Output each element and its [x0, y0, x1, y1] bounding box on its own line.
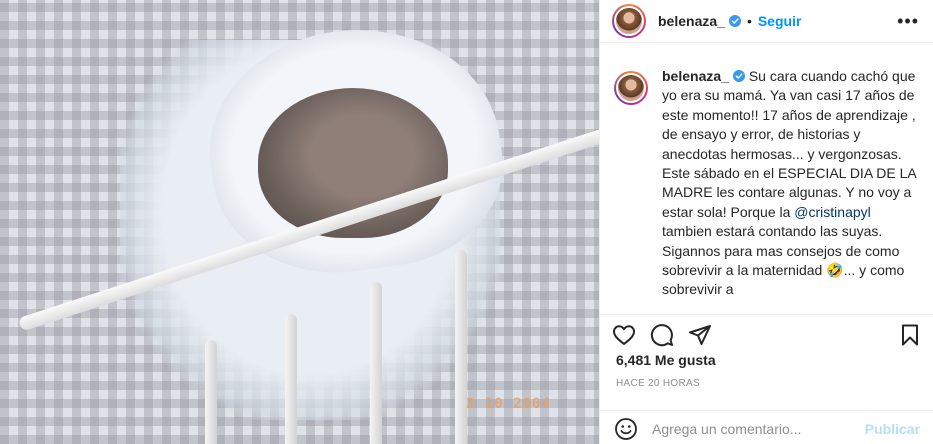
- caption-mention-link[interactable]: @cristinapyl: [794, 204, 870, 220]
- more-options-icon[interactable]: •••: [897, 12, 919, 30]
- likes-count[interactable]: 6,481 Me gusta: [616, 352, 716, 368]
- photo-date-stamp: 3 10 2004: [466, 396, 551, 412]
- crib-bar: [285, 314, 297, 444]
- heart-icon[interactable]: [612, 323, 636, 347]
- comment-icon[interactable]: [650, 323, 674, 347]
- share-icon[interactable]: [688, 323, 712, 347]
- post-header: belenaza_ • Seguir •••: [600, 0, 933, 43]
- caption-username[interactable]: belenaza_: [662, 68, 729, 84]
- caption-text: belenaza_ Su cara cuando cachó que yo er…: [662, 67, 918, 307]
- post-timestamp[interactable]: HACE 20 HORAS: [616, 378, 700, 389]
- caption-body-part2: tambien estará contando las suyas. Sigan…: [662, 223, 905, 298]
- comment-input[interactable]: [652, 420, 842, 437]
- crib-bar: [455, 250, 467, 444]
- caption-body-part1: Su cara cuando cachó que yo era su mamá.…: [662, 68, 916, 220]
- post-side-panel: belenaza_ • Seguir ••• belenaza_ Su cara…: [599, 0, 933, 444]
- post-photo[interactable]: 3 10 2004: [0, 0, 599, 444]
- header-separator: •: [746, 13, 752, 29]
- follow-button[interactable]: Seguir: [758, 13, 802, 29]
- emoji-icon[interactable]: [614, 417, 638, 441]
- crib-bar: [205, 340, 217, 444]
- verified-badge-icon: [732, 70, 745, 82]
- header-avatar[interactable]: [612, 4, 646, 38]
- caption-avatar[interactable]: [614, 71, 648, 105]
- comment-bar: Publicar: [600, 410, 933, 444]
- header-username[interactable]: belenaza_: [658, 13, 725, 29]
- publish-button[interactable]: Publicar: [865, 421, 920, 437]
- crib-bar: [370, 282, 382, 444]
- avatar-image: [614, 6, 644, 36]
- bookmark-icon[interactable]: [898, 323, 922, 347]
- action-bar: [600, 314, 933, 354]
- avatar-image: [616, 73, 646, 103]
- verified-badge-icon: [728, 15, 741, 27]
- caption-section: belenaza_ Su cara cuando cachó que yo er…: [600, 67, 933, 307]
